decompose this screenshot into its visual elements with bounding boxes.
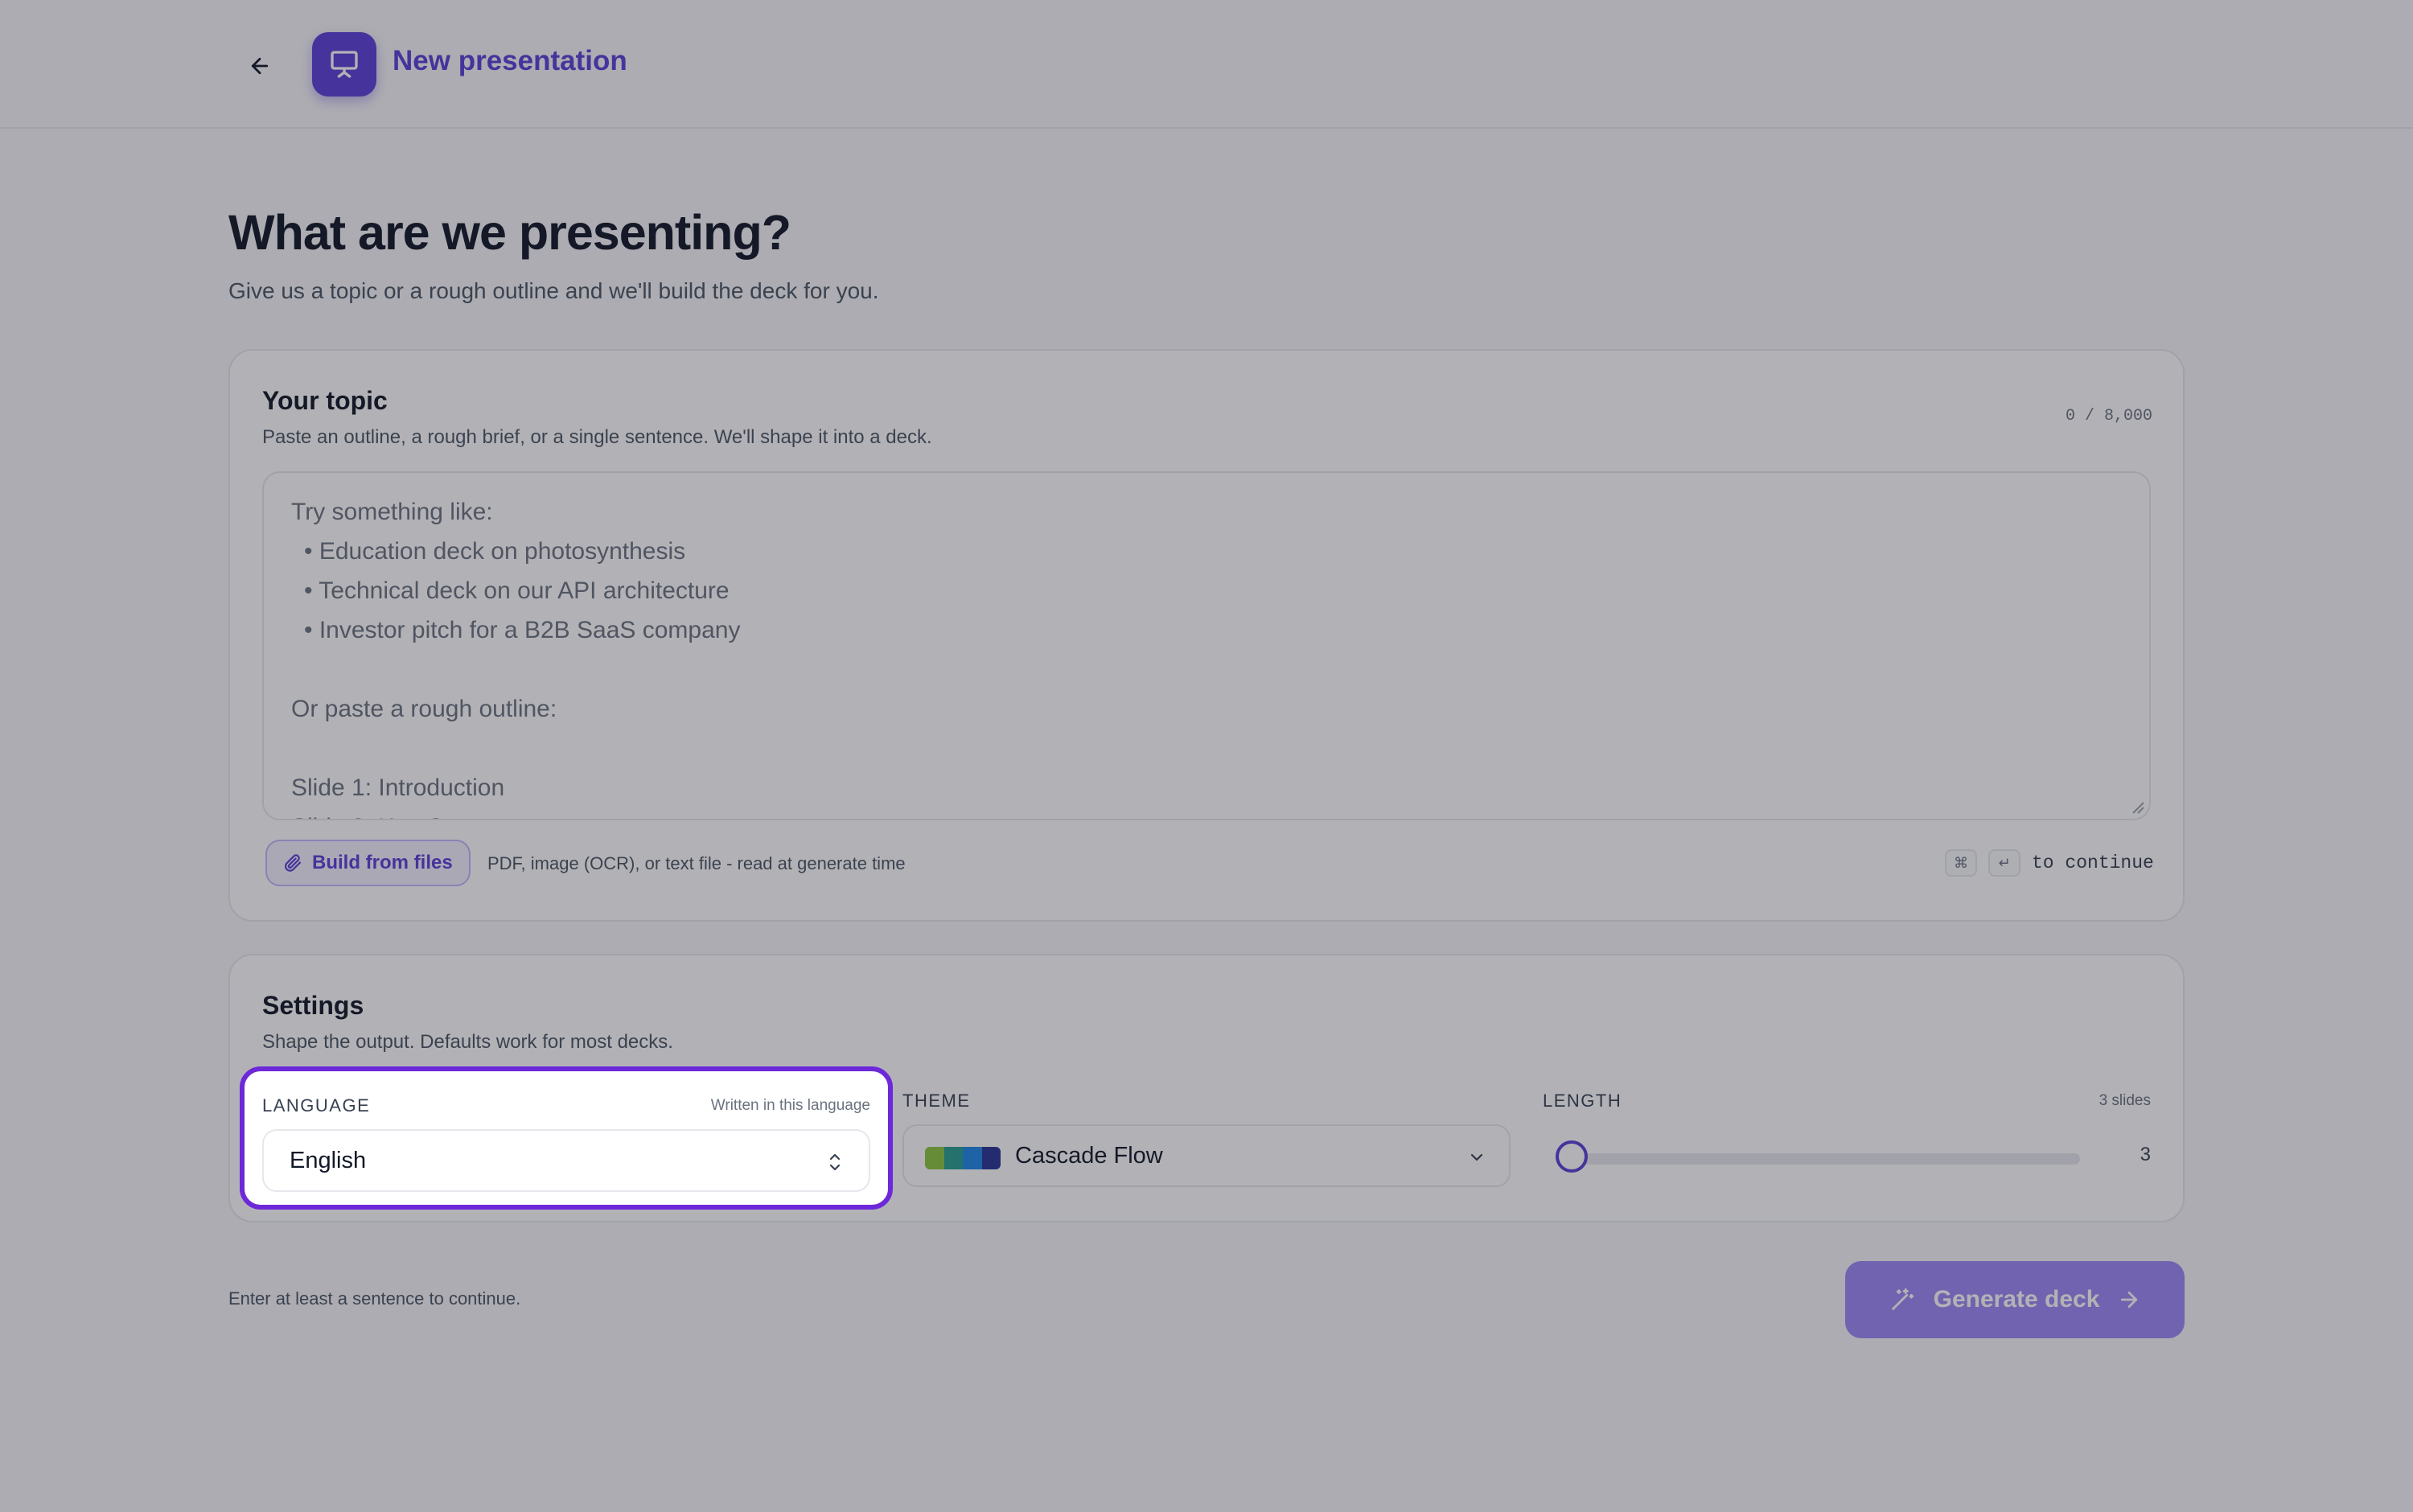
language-field-highlight: LANGUAGE Written in this language Englis…: [240, 1066, 893, 1210]
topic-textarea[interactable]: Try something like: • Education deck on …: [262, 471, 2151, 820]
character-counter: 0 / 8,000: [2065, 407, 2152, 425]
resize-handle-icon[interactable]: [2130, 799, 2144, 814]
length-label: LENGTH: [1543, 1091, 1622, 1111]
placeholder-line: Try something like:: [291, 499, 493, 525]
theme-select[interactable]: Cascade Flow: [902, 1124, 1511, 1187]
build-from-files-label: Build from files: [312, 852, 453, 873]
page-subtitle: Give us a topic or a rough outline and w…: [228, 278, 879, 303]
length-hint: 3 slides: [2099, 1092, 2151, 1109]
length-value: 3: [2140, 1144, 2151, 1165]
magic-wand-icon: [1891, 1288, 1914, 1310]
continue-hint: Enter at least a sentence to continue.: [228, 1288, 521, 1309]
length-slider-thumb[interactable]: [1556, 1140, 1588, 1173]
placeholder-line: Or paste a rough outline:: [291, 696, 557, 722]
topic-subtitle: Paste an outline, a rough brief, or a si…: [262, 426, 932, 448]
language-value: English: [290, 1148, 367, 1173]
length-slider-track[interactable]: [1557, 1153, 2080, 1165]
placeholder-line: Slide 1: Introduction: [291, 774, 505, 801]
theme-value: Cascade Flow: [1015, 1143, 1163, 1169]
enter-key-icon: ↵: [1988, 849, 2020, 877]
presentation-icon: [312, 32, 376, 97]
topic-title: Your topic: [262, 386, 388, 415]
paperclip-icon: [285, 854, 302, 872]
topic-card: Your topic Paste an outline, a rough bri…: [228, 349, 2185, 922]
language-hint: Written in this language: [710, 1097, 870, 1114]
chevron-down-icon: [1470, 1153, 1483, 1161]
chevron-up-down-icon: [829, 1153, 841, 1171]
theme-label: THEME: [902, 1091, 971, 1111]
app-title: New presentation: [393, 45, 627, 76]
top-bar: New presentation: [0, 0, 2413, 129]
back-button[interactable]: [228, 34, 292, 98]
language-label: LANGUAGE: [262, 1095, 371, 1116]
shortcut-hint: to continue: [2032, 853, 2154, 873]
language-select[interactable]: English: [262, 1129, 870, 1192]
settings-subtitle: Shape the output. Defaults work for most…: [262, 1031, 673, 1053]
command-key-icon: ⌘: [1945, 849, 1977, 877]
arrow-left-icon: [251, 57, 269, 75]
theme-swatch: [925, 1147, 1001, 1169]
placeholder-line: • Education deck on photosynthesis: [304, 538, 686, 565]
settings-title: Settings: [262, 991, 364, 1020]
arrow-right-icon: [2121, 1291, 2138, 1309]
files-hint: PDF, image (OCR), or text file - read at…: [487, 853, 906, 873]
placeholder-line: • Investor pitch for a B2B SaaS company: [304, 617, 741, 643]
placeholder-line: Slide 2: Key Concepts: [291, 814, 528, 819]
page-title: What are we presenting?: [228, 205, 791, 260]
generate-deck-button[interactable]: Generate deck: [1845, 1261, 2185, 1338]
placeholder-line: • Technical deck on our API architecture: [304, 577, 730, 604]
build-from-files-button[interactable]: Build from files: [265, 840, 471, 886]
generate-deck-label: Generate deck: [1933, 1286, 2100, 1313]
